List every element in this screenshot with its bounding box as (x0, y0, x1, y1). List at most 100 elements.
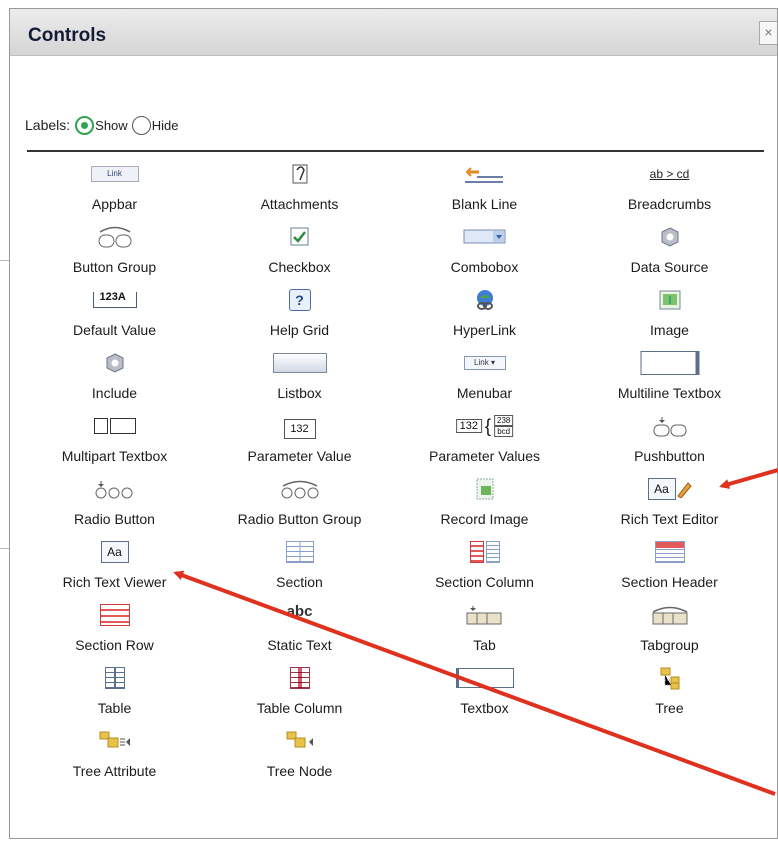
control-label: Rich Text Editor (620, 511, 719, 527)
control-static-text[interactable]: abc Static Text (212, 599, 387, 659)
control-label: Section (276, 574, 323, 590)
section-icon (285, 540, 314, 564)
control-tabgroup[interactable]: Tabgroup (582, 599, 757, 659)
control-label: Checkbox (268, 259, 331, 275)
control-section-header[interactable]: Section Header (582, 536, 757, 596)
control-checkbox[interactable]: Checkbox (212, 221, 387, 281)
control-label: Include (91, 385, 138, 401)
control-combobox[interactable]: Combobox (397, 221, 572, 281)
control-table[interactable]: Table (27, 662, 202, 722)
control-rich-text-viewer[interactable]: Aa Rich Text Viewer (27, 536, 202, 596)
icon-text: ? (295, 292, 304, 308)
control-label: Pushbutton (634, 448, 705, 464)
icon-text: bcd (494, 426, 514, 437)
control-attachments[interactable]: Attachments (212, 158, 387, 218)
control-label: Section Header (621, 574, 718, 590)
control-tree[interactable]: Tree (582, 662, 757, 722)
control-radio-button[interactable]: Radio Button (27, 473, 202, 533)
control-pushbutton[interactable]: Pushbutton (582, 410, 757, 470)
parameter-values-icon: 132{238 bcd (455, 414, 514, 438)
control-label: Radio Button Group (237, 511, 362, 527)
control-blank-line[interactable]: Blank Line (397, 158, 572, 218)
backdrop-line (0, 548, 9, 549)
control-label: Static Text (267, 637, 332, 653)
icon-text: abc (286, 602, 313, 620)
control-help-grid[interactable]: ? Help Grid (212, 284, 387, 344)
control-label: Listbox (277, 385, 322, 401)
listbox-icon (272, 351, 327, 375)
control-label: Tree (655, 700, 684, 716)
control-label: Data Source (630, 259, 709, 275)
control-tree-node[interactable]: Tree Node (212, 725, 387, 785)
section-row-icon (99, 603, 130, 627)
control-label: HyperLink (452, 322, 517, 338)
control-data-source[interactable]: Data Source (582, 221, 757, 281)
checkbox-icon (290, 225, 310, 249)
show-labels-label[interactable]: Show (95, 118, 128, 133)
control-section-row[interactable]: Section Row (27, 599, 202, 659)
labels-toggle: Labels: Show Hide (25, 112, 178, 138)
hide-labels-label[interactable]: Hide (152, 118, 179, 133)
control-multiline-textbox[interactable]: Multiline Textbox (582, 347, 757, 407)
control-parameter-values[interactable]: 132{238 bcd Parameter Values (397, 410, 572, 470)
control-default-value[interactable]: 123A Default Value (27, 284, 202, 344)
control-tab[interactable]: Tab (397, 599, 572, 659)
control-label: Breadcrumbs (627, 196, 712, 212)
icon-text: Link (474, 358, 489, 367)
control-section[interactable]: Section (212, 536, 387, 596)
control-button-group[interactable]: Button Group (27, 221, 202, 281)
control-textbox[interactable]: Textbox (397, 662, 572, 722)
control-listbox[interactable]: Listbox (212, 347, 387, 407)
control-record-image[interactable]: Record Image (397, 473, 572, 533)
control-tree-attribute[interactable]: Tree Attribute (27, 725, 202, 785)
control-label: Table (97, 700, 132, 716)
control-label: Combobox (450, 259, 519, 275)
control-breadcrumbs[interactable]: ab > cd Breadcrumbs (582, 158, 757, 218)
dialog-titlebar[interactable]: Controls × (10, 9, 777, 56)
rich-text-editor-icon: Aa (647, 477, 692, 501)
tree-icon (659, 666, 681, 690)
control-label: Parameter Values (428, 448, 540, 464)
control-label: Tabgroup (640, 637, 699, 653)
show-labels-radio[interactable] (75, 115, 95, 135)
control-radio-button-group[interactable]: Radio Button Group (212, 473, 387, 533)
backdrop-line (0, 260, 9, 261)
control-parameter-value[interactable]: 132 Parameter Value (212, 410, 387, 470)
breadcrumbs-icon: ab > cd (650, 162, 690, 186)
close-button[interactable]: × (759, 21, 777, 45)
control-image[interactable]: Image (582, 284, 757, 344)
icon-text: Aa (107, 545, 122, 559)
control-label: Attachments (260, 196, 339, 212)
control-table-column[interactable]: Table Column (212, 662, 387, 722)
control-rich-text-editor[interactable]: Aa Rich Text Editor (582, 473, 757, 533)
control-menubar[interactable]: Link ▾ Menubar (397, 347, 572, 407)
control-label: Button Group (72, 259, 157, 275)
control-multipart-textbox[interactable]: Multipart Textbox (27, 410, 202, 470)
dialog-title: Controls (28, 25, 107, 46)
control-label: Rich Text Viewer (62, 574, 167, 590)
icon-text: ab > cd (649, 167, 690, 181)
rich-text-viewer-icon: Aa (100, 540, 129, 564)
table-column-icon (289, 666, 310, 690)
control-label: Tree Attribute (72, 763, 157, 779)
control-label: Radio Button (74, 511, 155, 527)
control-label: Image (650, 322, 689, 338)
hide-labels-radio[interactable] (131, 115, 151, 135)
section-header-icon (654, 540, 685, 564)
control-label: Section Column (435, 574, 534, 590)
control-label: Textbox (460, 700, 509, 716)
menubar-icon: Link ▾ (463, 351, 506, 375)
control-label: Tree Node (266, 763, 333, 779)
control-section-column[interactable]: Section Column (397, 536, 572, 596)
tree-node-icon (285, 729, 315, 753)
image-icon (659, 288, 681, 312)
control-label: Parameter Value (247, 448, 352, 464)
control-label: Section Row (75, 637, 154, 653)
parameter-value-icon: 132 (283, 414, 316, 439)
tabgroup-icon (650, 603, 690, 627)
control-hyperlink[interactable]: HyperLink (397, 284, 572, 344)
control-appbar[interactable]: Link Appbar (27, 158, 202, 218)
icon-text: 123A (99, 291, 126, 303)
control-include[interactable]: Include (27, 347, 202, 407)
record-image-icon (475, 477, 495, 501)
